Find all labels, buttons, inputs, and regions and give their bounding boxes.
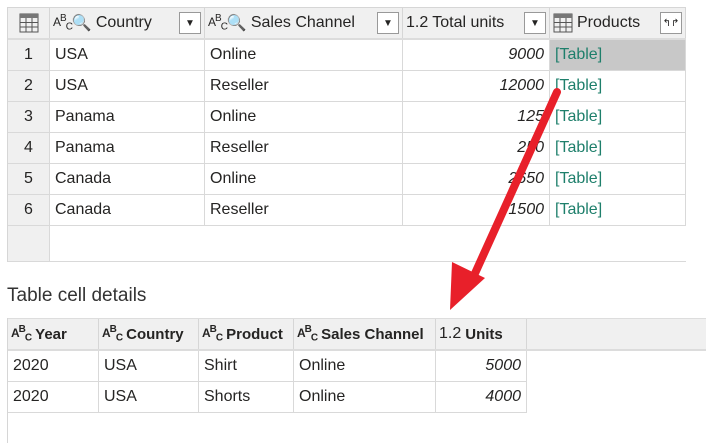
red-arrow-annotation — [450, 88, 561, 310]
